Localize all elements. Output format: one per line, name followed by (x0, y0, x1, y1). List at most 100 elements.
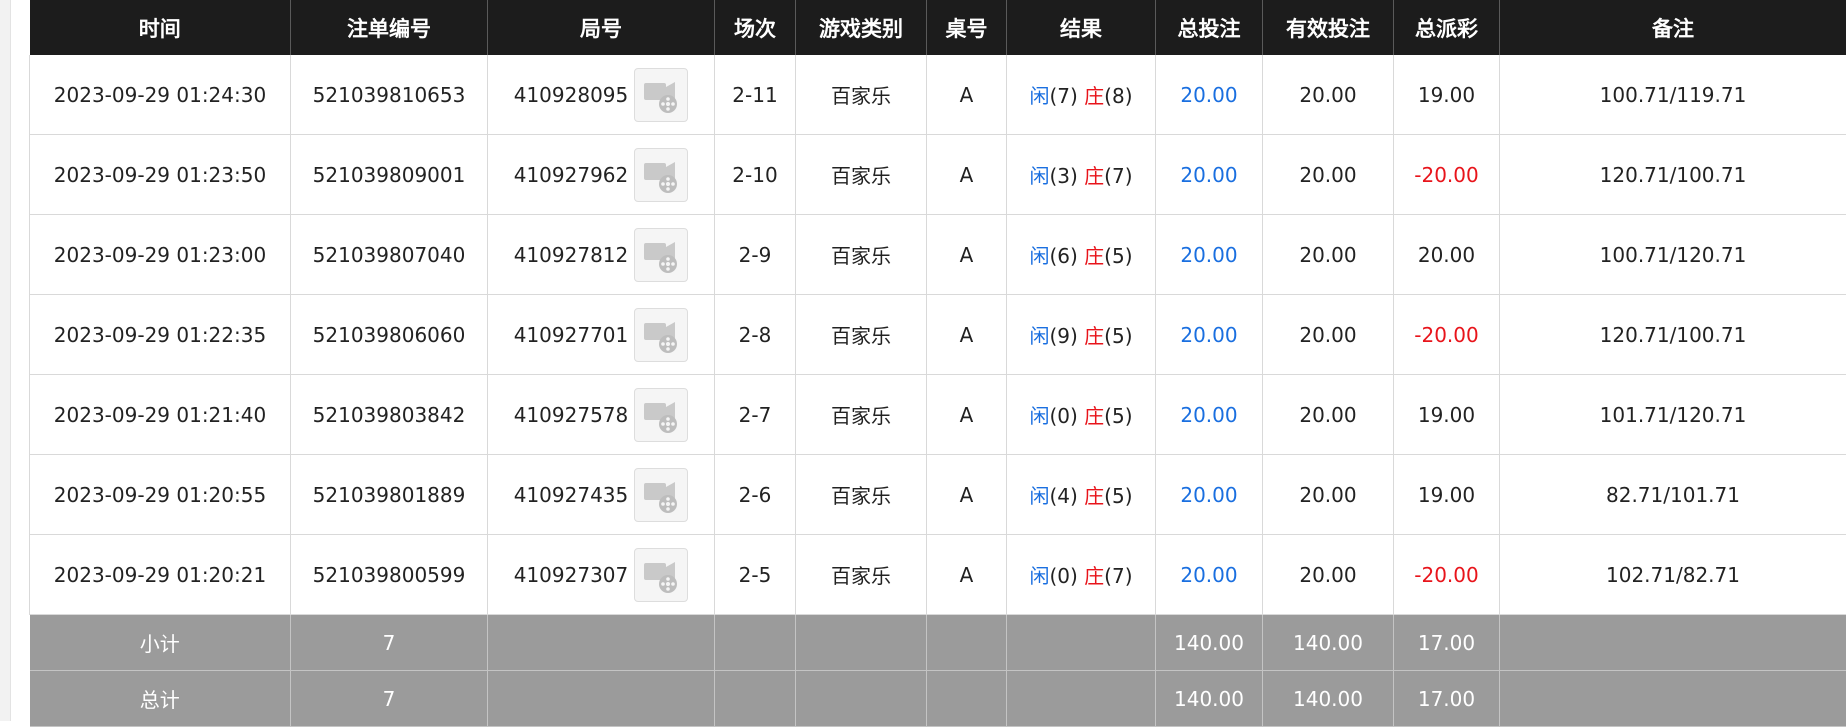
banker-score: (7) (1104, 164, 1132, 188)
time-cell: 2023-09-29 01:20:55 (30, 455, 291, 535)
round-id-cell: 410927307 (488, 535, 715, 615)
summary-empty-cell (1007, 671, 1156, 727)
note-cell: 101.71/120.71 (1500, 375, 1846, 455)
game-type-cell: 百家乐 (796, 135, 927, 215)
payout-cell: -20.00 (1394, 135, 1500, 215)
player-label: 闲 (1029, 244, 1049, 268)
total-bet-cell[interactable]: 20.00 (1156, 55, 1263, 135)
note-cell: 100.71/119.71 (1500, 55, 1846, 135)
summary-count-cell: 7 (291, 615, 488, 671)
table-row: 2023-09-29 01:22:35 521039806060 4109277… (30, 295, 1846, 375)
time-cell: 2023-09-29 01:23:50 (30, 135, 291, 215)
valid-bet-cell: 20.00 (1263, 135, 1394, 215)
player-score: (4) (1049, 484, 1077, 508)
banker-label: 庄 (1084, 324, 1104, 348)
col-header-bet-id: 注单编号 (291, 0, 488, 55)
result-cell: 闲(7) 庄(8) (1007, 55, 1156, 135)
film-reel-icon[interactable] (634, 308, 688, 362)
round-id-wrapper: 410927307 (514, 548, 689, 602)
result-cell: 闲(3) 庄(7) (1007, 135, 1156, 215)
banker-score: (5) (1104, 244, 1132, 268)
bet-id-cell: 521039806060 (291, 295, 488, 375)
round-id-text: 410927578 (514, 403, 629, 427)
note-cell: 100.71/120.71 (1500, 215, 1846, 295)
film-reel-icon[interactable] (634, 548, 688, 602)
note-cell: 120.71/100.71 (1500, 295, 1846, 375)
col-header-total-bet: 总投注 (1156, 0, 1263, 55)
col-header-result: 结果 (1007, 0, 1156, 55)
summary-payout-cell: 17.00 (1394, 671, 1500, 727)
bet-id-cell: 521039803842 (291, 375, 488, 455)
payout-cell: -20.00 (1394, 535, 1500, 615)
round-id-text: 410928095 (514, 83, 629, 107)
summary-label-cell: 总计 (30, 671, 291, 727)
summary-total-bet-cell: 140.00 (1156, 671, 1263, 727)
total-bet-cell[interactable]: 20.00 (1156, 455, 1263, 535)
total-bet-cell[interactable]: 20.00 (1156, 135, 1263, 215)
table-header: 时间 注单编号 局号 场次 游戏类别 桌号 结果 总投注 有效投注 总派彩 备注 (30, 0, 1846, 55)
round-id-wrapper: 410927812 (514, 228, 689, 282)
payout-cell: 20.00 (1394, 215, 1500, 295)
round-id-cell: 410927435 (488, 455, 715, 535)
banker-score: (5) (1104, 404, 1132, 428)
session-cell: 2-8 (715, 295, 796, 375)
bet-id-cell: 521039807040 (291, 215, 488, 295)
player-label: 闲 (1029, 84, 1049, 108)
total-bet-cell[interactable]: 20.00 (1156, 535, 1263, 615)
col-header-session: 场次 (715, 0, 796, 55)
player-label: 闲 (1029, 404, 1049, 428)
game-type-cell: 百家乐 (796, 215, 927, 295)
table-no-cell: A (927, 55, 1007, 135)
session-cell: 2-7 (715, 375, 796, 455)
bet-id-cell: 521039800599 (291, 535, 488, 615)
round-id-wrapper: 410927435 (514, 468, 689, 522)
round-id-text: 410927307 (514, 563, 629, 587)
col-header-payout: 总派彩 (1394, 0, 1500, 55)
table-no-cell: A (927, 455, 1007, 535)
table-no-cell: A (927, 375, 1007, 455)
round-id-text: 410927962 (514, 163, 629, 187)
col-header-game-type: 游戏类别 (796, 0, 927, 55)
bet-id-cell: 521039810653 (291, 55, 488, 135)
summary-empty-cell (1500, 615, 1846, 671)
table-body: 2023-09-29 01:24:30 521039810653 4109280… (30, 55, 1846, 727)
banker-score: (5) (1104, 484, 1132, 508)
round-id-text: 410927701 (514, 323, 629, 347)
total-bet-cell[interactable]: 20.00 (1156, 295, 1263, 375)
table-no-cell: A (927, 135, 1007, 215)
summary-row: 总计 7 140.00 140.00 17.00 (30, 671, 1846, 727)
game-type-cell: 百家乐 (796, 535, 927, 615)
summary-payout-cell: 17.00 (1394, 615, 1500, 671)
round-id-wrapper: 410928095 (514, 68, 689, 122)
film-reel-icon[interactable] (634, 468, 688, 522)
total-bet-cell[interactable]: 20.00 (1156, 375, 1263, 455)
result-cell: 闲(4) 庄(5) (1007, 455, 1156, 535)
bet-id-cell: 521039809001 (291, 135, 488, 215)
total-bet-cell[interactable]: 20.00 (1156, 215, 1263, 295)
bet-id-cell: 521039801889 (291, 455, 488, 535)
summary-count-cell: 7 (291, 671, 488, 727)
result-cell: 闲(9) 庄(5) (1007, 295, 1156, 375)
banker-score: (8) (1104, 84, 1132, 108)
summary-empty-cell (796, 671, 927, 727)
film-reel-icon[interactable] (634, 388, 688, 442)
film-reel-icon[interactable] (634, 68, 688, 122)
col-header-round-id: 局号 (488, 0, 715, 55)
table-row: 2023-09-29 01:21:40 521039803842 4109275… (30, 375, 1846, 455)
result-cell: 闲(0) 庄(5) (1007, 375, 1156, 455)
game-type-cell: 百家乐 (796, 455, 927, 535)
valid-bet-cell: 20.00 (1263, 375, 1394, 455)
bet-records-table: 时间 注单编号 局号 场次 游戏类别 桌号 结果 总投注 有效投注 总派彩 备注… (29, 0, 1846, 727)
player-score: (3) (1049, 164, 1077, 188)
film-reel-icon[interactable] (634, 148, 688, 202)
summary-empty-cell (927, 615, 1007, 671)
film-reel-icon[interactable] (634, 228, 688, 282)
session-cell: 2-6 (715, 455, 796, 535)
banker-label: 庄 (1084, 404, 1104, 428)
session-cell: 2-5 (715, 535, 796, 615)
player-score: (7) (1049, 84, 1077, 108)
session-cell: 2-10 (715, 135, 796, 215)
player-label: 闲 (1029, 484, 1049, 508)
summary-empty-cell (715, 615, 796, 671)
summary-empty-cell (1500, 671, 1846, 727)
